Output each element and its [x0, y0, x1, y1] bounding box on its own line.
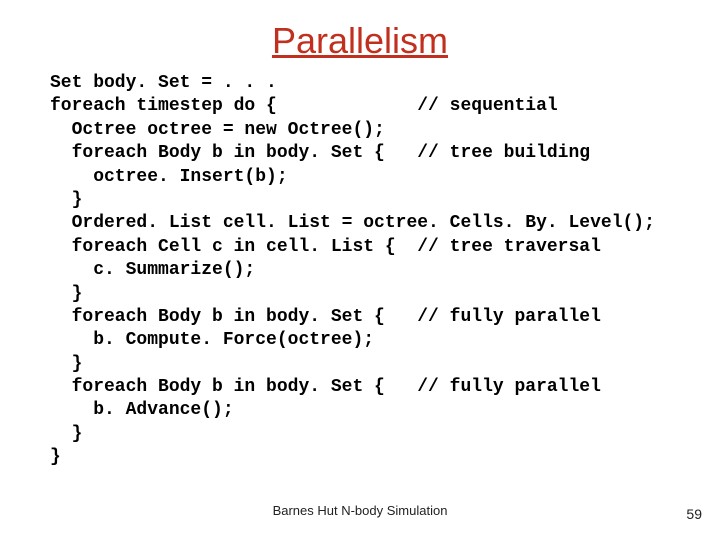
slide-title: Parallelism [0, 20, 720, 62]
slide: Parallelism Set body. Set = . . . foreac… [0, 0, 720, 540]
page-number: 59 [686, 506, 702, 522]
footer-text: Barnes Hut N-body Simulation [0, 503, 720, 518]
code-block: Set body. Set = . . . foreach timestep d… [50, 72, 720, 470]
